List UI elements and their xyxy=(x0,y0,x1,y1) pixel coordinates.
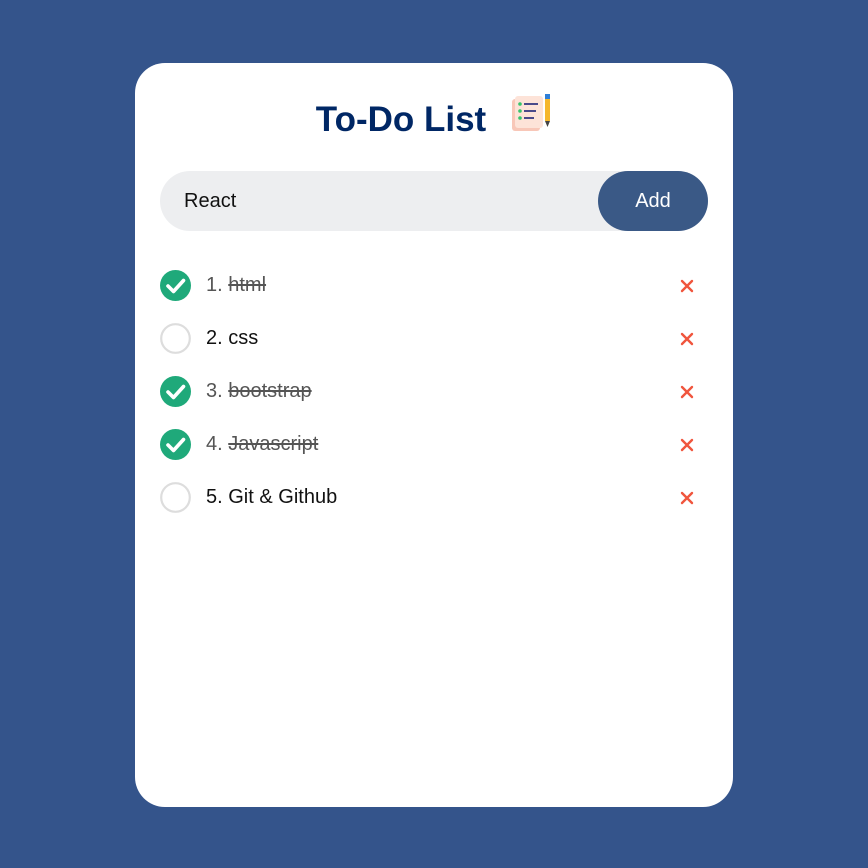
page-title: To-Do List xyxy=(315,100,487,139)
todo-item[interactable]: 4. Javascript xyxy=(160,418,708,471)
todo-card: To-Do List Add 1. html 2. css xyxy=(135,63,733,807)
add-button[interactable]: Add xyxy=(598,171,708,231)
todo-text[interactable]: 1. html xyxy=(206,274,266,297)
close-icon[interactable] xyxy=(680,438,694,452)
todo-number: 3. xyxy=(206,380,223,402)
todo-item[interactable]: 5. Git & Github xyxy=(160,471,708,524)
close-icon[interactable] xyxy=(680,491,694,505)
todo-label: Javascript xyxy=(228,433,319,455)
check-circle-icon[interactable] xyxy=(160,270,191,301)
close-icon[interactable] xyxy=(680,385,694,399)
todo-number: 5. xyxy=(206,486,223,508)
todo-text[interactable]: 3. bootstrap xyxy=(206,380,312,403)
todo-number: 1. xyxy=(206,274,223,296)
todo-text[interactable]: 5. Git & Github xyxy=(206,486,337,509)
todo-label: Git & Github xyxy=(228,486,338,508)
todo-list: 1. html 2. css 3. bootstrap 4. Javascrip… xyxy=(160,259,708,524)
checklist-notepad-icon xyxy=(512,94,551,131)
title-row: To-Do List xyxy=(135,87,733,153)
todo-text[interactable]: 2. css xyxy=(206,327,258,350)
empty-circle-icon[interactable] xyxy=(160,323,191,354)
todo-number: 2. xyxy=(206,327,223,349)
todo-item[interactable]: 1. html xyxy=(160,259,708,312)
check-circle-icon[interactable] xyxy=(160,376,191,407)
close-icon[interactable] xyxy=(680,332,694,346)
todo-text[interactable]: 4. Javascript xyxy=(206,433,318,456)
todo-label: bootstrap xyxy=(228,380,312,402)
close-icon[interactable] xyxy=(680,279,694,293)
empty-circle-icon[interactable] xyxy=(160,482,191,513)
todo-item[interactable]: 3. bootstrap xyxy=(160,365,708,418)
todo-label: html xyxy=(228,274,267,296)
todo-item[interactable]: 2. css xyxy=(160,312,708,365)
todo-number: 4. xyxy=(206,433,223,455)
todo-label: css xyxy=(228,327,259,349)
add-todo-form: Add xyxy=(160,171,708,231)
check-circle-icon[interactable] xyxy=(160,429,191,460)
todo-input[interactable] xyxy=(160,171,598,231)
